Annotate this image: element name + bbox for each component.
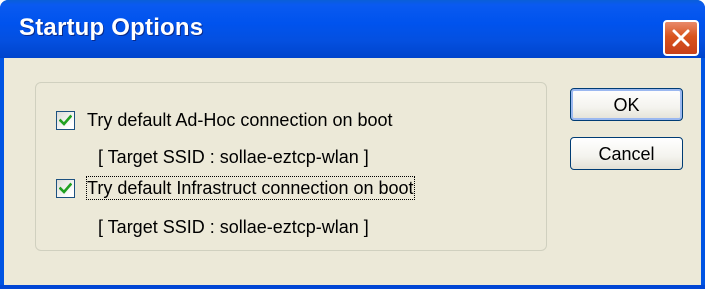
window-title: Startup Options (19, 14, 204, 41)
adhoc-checkbox-label[interactable]: Try default Ad-Hoc connection on boot (87, 109, 393, 131)
ok-button[interactable]: OK (570, 88, 683, 121)
window-bottom-border (0, 285, 705, 289)
checkmark-icon (59, 114, 72, 126)
infrastruct-checkbox-label[interactable]: Try default Infrastruct connection on bo… (86, 176, 415, 200)
close-icon (672, 29, 690, 47)
title-bar[interactable]: Startup Options (0, 0, 705, 58)
close-button[interactable] (663, 20, 699, 56)
adhoc-target-ssid: [ Target SSID : sollae-eztcp-wlan ] (98, 147, 369, 167)
cancel-button[interactable]: Cancel (570, 137, 683, 170)
startup-options-dialog: Startup Options Try default Ad-Hoc conne… (0, 0, 705, 289)
checkmark-icon (59, 182, 72, 194)
dialog-client-area: Try default Ad-Hoc connection on boot [ … (4, 58, 701, 285)
infrastruct-checkbox[interactable] (56, 179, 75, 198)
adhoc-checkbox[interactable] (56, 111, 75, 130)
infrastruct-target-ssid: [ Target SSID : sollae-eztcp-wlan ] (98, 217, 369, 237)
